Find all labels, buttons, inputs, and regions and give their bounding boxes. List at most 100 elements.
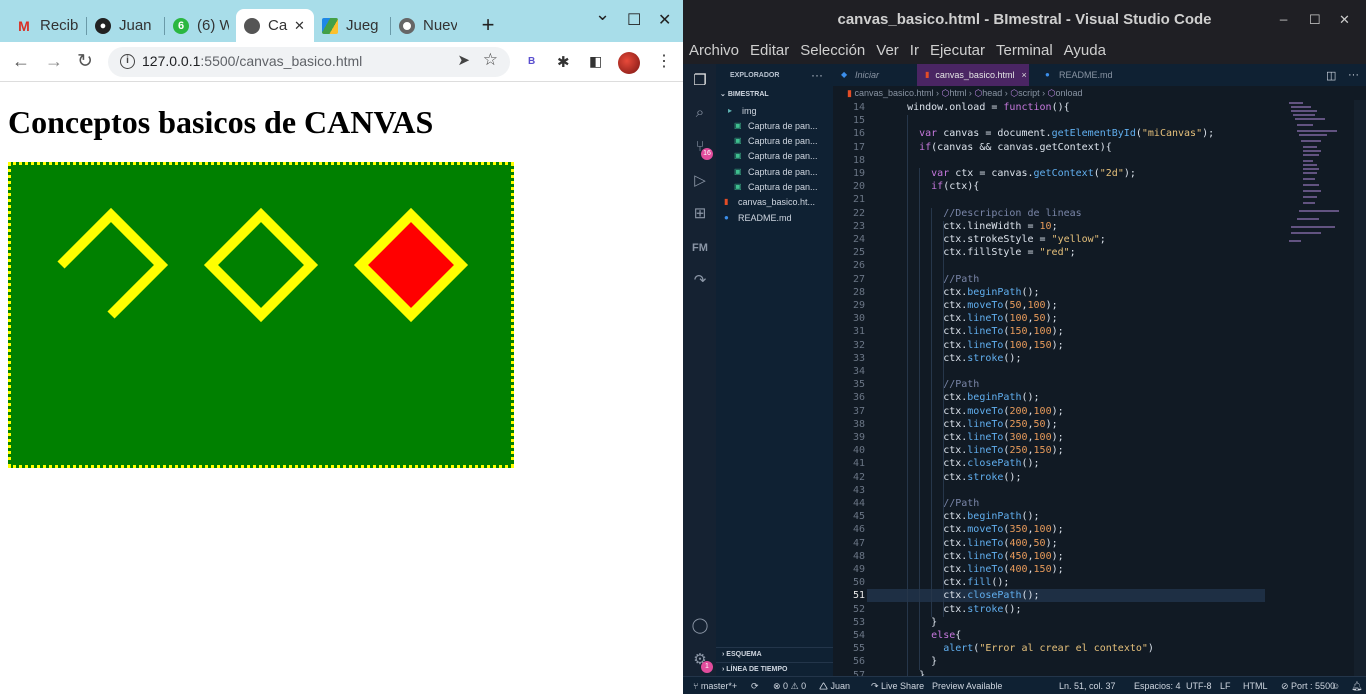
file-tree-item[interactable]: ▸ img bbox=[728, 103, 757, 118]
menu-seleccion[interactable]: Selección bbox=[800, 40, 865, 64]
breadcrumb-file[interactable]: canvas_basico.html bbox=[854, 88, 933, 98]
code-line[interactable]: var canvas = document.getElementById("mi… bbox=[919, 128, 1214, 139]
code-line[interactable]: //Path bbox=[943, 379, 979, 390]
tab-canvas-basico[interactable]: Ca ✕ bbox=[236, 9, 314, 42]
cursor-position[interactable]: Ln. 51, col. 37 bbox=[1059, 677, 1116, 694]
indentation-status[interactable]: Espacios: 4 bbox=[1134, 677, 1181, 694]
accounts-icon[interactable]: ◯ bbox=[691, 617, 709, 635]
search-icon[interactable]: ⌕ bbox=[691, 104, 709, 122]
editor-tab-canvas-basico[interactable]: ▮ canvas_basico.html × bbox=[917, 64, 1029, 86]
code-line[interactable]: ctx.lineTo(300,100); bbox=[943, 432, 1063, 443]
minimize-icon[interactable]: ⌄ bbox=[595, 4, 610, 25]
file-tree-item[interactable]: ▣ Captura de pan... bbox=[734, 134, 818, 149]
code-line[interactable]: } bbox=[931, 617, 937, 628]
code-line[interactable]: } bbox=[931, 656, 937, 667]
file-tree-item[interactable]: ▣ Captura de pan... bbox=[734, 180, 818, 195]
code-line[interactable]: ctx.stroke(); bbox=[943, 353, 1021, 364]
vscode-minimize-icon[interactable]: _ bbox=[1280, 6, 1287, 21]
new-tab-button[interactable]: + bbox=[478, 12, 498, 38]
menu-ir[interactable]: Ir bbox=[910, 40, 919, 64]
code-line[interactable]: ctx.closePath(); bbox=[943, 590, 1039, 601]
breadcrumb-onload[interactable]: onload bbox=[1056, 88, 1083, 98]
code-line[interactable]: ctx.beginPath(); bbox=[943, 511, 1039, 522]
editor-tab-iniciar[interactable]: ◆ Iniciar bbox=[833, 64, 917, 86]
code-line[interactable]: ctx.closePath(); bbox=[943, 458, 1039, 469]
code-line[interactable]: ctx.beginPath(); bbox=[943, 287, 1039, 298]
preview-status[interactable]: Preview Available bbox=[932, 677, 1002, 694]
back-icon[interactable]: ← bbox=[12, 51, 30, 72]
code-line[interactable]: ctx.fill(); bbox=[943, 577, 1009, 588]
extensions-puzzle-icon[interactable]: ✱ bbox=[557, 53, 570, 71]
maximize-icon[interactable]: ☐ bbox=[627, 10, 641, 30]
editor-scrollbar[interactable] bbox=[1354, 100, 1366, 680]
file-tree-item[interactable]: ▮ canvas_basico.ht... bbox=[724, 195, 815, 210]
fm-icon[interactable]: FM bbox=[691, 239, 709, 257]
language-status[interactable]: HTML bbox=[1243, 677, 1268, 694]
menu-ver[interactable]: Ver bbox=[876, 40, 899, 64]
tab-drive[interactable]: Jueg bbox=[314, 9, 390, 42]
close-tab-icon[interactable]: ✕ bbox=[294, 18, 305, 34]
code-line[interactable]: //Descripcion de lineas bbox=[943, 208, 1081, 219]
tab-gmail[interactable]: M Recib bbox=[8, 9, 86, 42]
code-line[interactable]: if(canvas && canvas.getContext){ bbox=[919, 142, 1112, 153]
breadcrumb-html[interactable]: html bbox=[949, 88, 966, 98]
sync-icon[interactable]: ⟳ bbox=[751, 677, 759, 694]
code-line[interactable]: ctx.strokeStyle = "yellow"; bbox=[943, 234, 1106, 245]
file-tree-item[interactable]: ▣ Captura de pan... bbox=[734, 164, 818, 179]
outline-section[interactable]: › ESQUEMA bbox=[716, 647, 833, 661]
vscode-maximize-icon[interactable]: ☐ bbox=[1309, 12, 1321, 28]
explorer-icon[interactable]: ❐ bbox=[691, 72, 709, 90]
code-line[interactable]: ctx.beginPath(); bbox=[943, 392, 1039, 403]
code-line[interactable]: ctx.lineTo(450,100); bbox=[943, 551, 1063, 562]
live-share-status[interactable]: ↷ Live Share bbox=[871, 677, 924, 694]
code-line[interactable]: ctx.stroke(); bbox=[943, 472, 1021, 483]
bookmark-star-icon[interactable]: ☆ bbox=[483, 50, 498, 70]
breadcrumb-script[interactable]: script bbox=[1018, 88, 1040, 98]
tab-new-tab-page[interactable]: Nuev bbox=[391, 9, 465, 42]
browser-menu-icon[interactable]: ⋮ bbox=[656, 51, 672, 71]
user-status[interactable]: 🛆 Juan bbox=[819, 677, 850, 694]
code-line[interactable]: var ctx = canvas.getContext("2d"); bbox=[931, 168, 1136, 179]
menu-archivo[interactable]: Archivo bbox=[689, 40, 739, 64]
code-line[interactable]: ctx.stroke(); bbox=[943, 604, 1021, 615]
file-tree-item[interactable]: ▣ Captura de pan... bbox=[734, 149, 818, 164]
code-line[interactable]: ctx.lineTo(100,150); bbox=[943, 340, 1063, 351]
code-line[interactable]: ctx.moveTo(350,100); bbox=[943, 524, 1063, 535]
code-line[interactable]: ctx.lineTo(150,100); bbox=[943, 326, 1063, 337]
vscode-close-icon[interactable]: ✕ bbox=[1339, 12, 1350, 28]
code-line[interactable]: //Path bbox=[943, 498, 979, 509]
close-window-icon[interactable]: ✕ bbox=[658, 10, 671, 30]
code-line[interactable]: ctx.lineTo(250,50); bbox=[943, 419, 1057, 430]
url-text[interactable]: 127.0.0.1:5500/canvas_basico.html bbox=[142, 53, 362, 69]
branch-status[interactable]: ⑂ master*+ bbox=[693, 677, 737, 694]
site-info-icon[interactable]: i bbox=[120, 54, 135, 69]
eol-status[interactable]: LF bbox=[1220, 677, 1231, 694]
send-tab-icon[interactable]: ➤ bbox=[457, 51, 470, 69]
feedback-icon[interactable]: ☺ bbox=[1331, 677, 1340, 694]
code-line[interactable]: ctx.lineTo(400,50); bbox=[943, 538, 1057, 549]
encoding-status[interactable]: UTF-8 bbox=[1186, 677, 1212, 694]
profile-avatar[interactable] bbox=[618, 52, 640, 74]
forward-icon[interactable]: → bbox=[45, 51, 63, 72]
code-line[interactable]: else{ bbox=[931, 630, 961, 641]
notifications-icon[interactable]: 🔔︎ bbox=[1351, 677, 1362, 694]
close-editor-icon[interactable]: × bbox=[1021, 70, 1026, 80]
menu-ayuda[interactable]: Ayuda bbox=[1064, 40, 1106, 64]
code-line[interactable]: alert("Error al crear el contexto") bbox=[943, 643, 1154, 654]
tab-github[interactable]: ● Juan bbox=[87, 9, 165, 42]
port-status[interactable]: ⊘ Port : 5500 bbox=[1281, 677, 1335, 694]
code-line[interactable]: //Path bbox=[943, 274, 979, 285]
problems-status[interactable]: ⊗ 0 ⚠ 0 bbox=[773, 677, 806, 694]
menu-terminal[interactable]: Terminal bbox=[996, 40, 1053, 64]
split-editor-icon[interactable]: ◫ bbox=[1326, 69, 1336, 82]
breadcrumb-head[interactable]: head bbox=[982, 88, 1002, 98]
reload-icon[interactable]: ↻ bbox=[77, 50, 93, 73]
run-debug-icon[interactable]: ▷ bbox=[691, 172, 709, 190]
code-line[interactable]: ctx.lineWidth = 10; bbox=[943, 221, 1057, 232]
live-share-icon[interactable]: ↷ bbox=[691, 272, 709, 290]
code-line[interactable]: ctx.moveTo(200,100); bbox=[943, 406, 1063, 417]
code-line[interactable]: window.onload = function(){ bbox=[907, 102, 1070, 113]
folder-bimestral[interactable]: ⌄ BIMESTRAL bbox=[716, 90, 833, 102]
code-line[interactable]: if(ctx){ bbox=[931, 181, 979, 192]
file-tree-item[interactable]: ▣ Captura de pan... bbox=[734, 118, 818, 133]
